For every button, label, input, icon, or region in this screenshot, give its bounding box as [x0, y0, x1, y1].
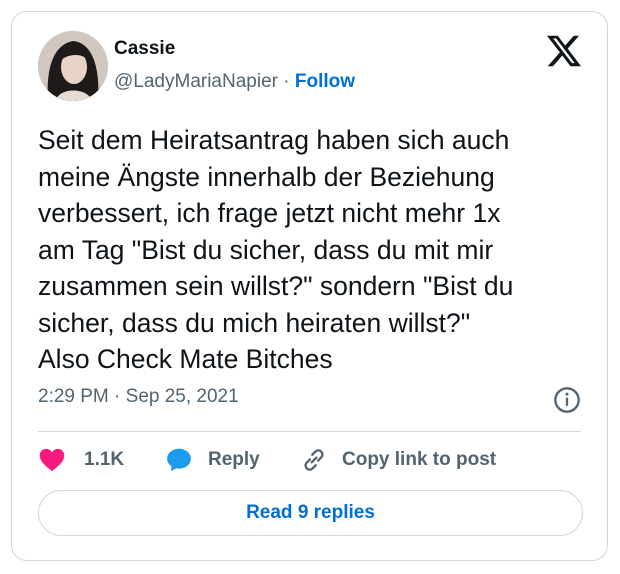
action-bar: 1.1K Reply Copy link to post [38, 444, 583, 476]
link-icon [304, 449, 324, 471]
read-replies-label: Read 9 replies [246, 502, 375, 523]
copy-link-label: Copy link to post [342, 449, 497, 470]
author-handle-row: @LadyMariaNapier · Follow [114, 71, 355, 93]
tweet-text: Seit dem Heiratsantrag haben sich auch m… [38, 125, 514, 374]
like-button[interactable]: 1.1K [38, 444, 124, 476]
reply-button[interactable]: Reply [164, 444, 260, 476]
heart-icon [39, 448, 65, 472]
info-icon[interactable] [553, 386, 581, 414]
follow-button[interactable]: Follow [295, 71, 355, 92]
speech-bubble-icon [167, 448, 191, 472]
author-handle[interactable]: @LadyMariaNapier [114, 71, 278, 92]
tweet-timestamp[interactable]: 2:29 PM · Sep 25, 2021 [38, 386, 239, 408]
divider [38, 431, 581, 432]
avatar[interactable] [38, 31, 108, 101]
separator-dot: · [283, 71, 290, 92]
tweet-card: Cassie @LadyMariaNapier · Follow Seit de… [11, 11, 608, 561]
author-name[interactable]: Cassie [114, 38, 175, 60]
avatar-image [38, 31, 108, 101]
reply-label: Reply [208, 449, 260, 470]
like-count: 1.1K [84, 449, 125, 470]
read-replies-button[interactable]: Read 9 replies [38, 490, 583, 536]
copy-link-button[interactable]: Copy link to post [300, 444, 496, 476]
x-logo-icon[interactable] [547, 34, 581, 68]
